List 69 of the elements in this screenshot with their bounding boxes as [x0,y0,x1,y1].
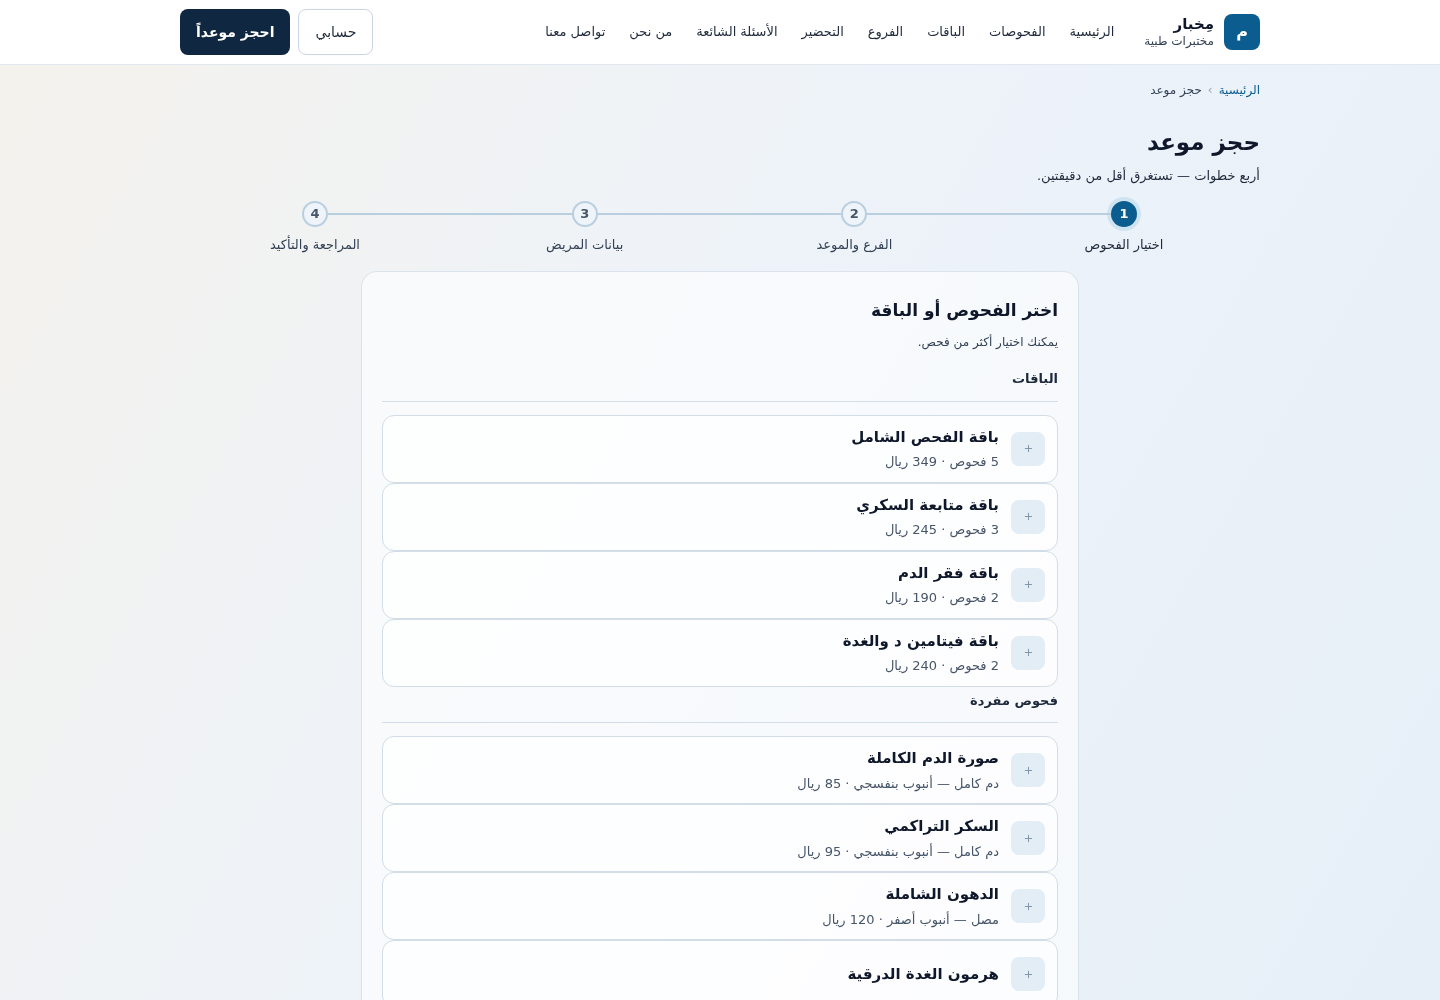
add-button[interactable] [1011,431,1045,466]
nav-link[interactable]: الرئيسية [1069,22,1115,42]
section-heading: فحوص مفردة [382,690,1058,723]
option-name: باقة فقر الدم [897,562,999,584]
add-button[interactable] [1011,821,1045,855]
add-button[interactable] [1011,499,1045,534]
step-number: 3 [571,201,598,227]
step-label: الفرع والموعد [816,236,893,255]
nav-link[interactable]: من نحن [629,22,673,42]
nav-link[interactable]: الفحوصات [989,22,1046,42]
book-appointment-button[interactable]: احجز موعداً [180,9,291,55]
option-name: باقة متابعة السكري [856,494,999,516]
brand-name: مِخبار [1172,15,1214,34]
section-heading: الباقات [382,369,1058,402]
step-number: 4 [302,201,328,227]
breadcrumb-current: حجز موعد [1150,82,1202,99]
add-button[interactable] [1011,753,1045,787]
plus-icon [1022,647,1034,658]
step-number: 2 [841,201,868,227]
test-option-card[interactable]: باقة فيتامين د والغدة 2 فحوص · 240 ريال [382,618,1058,687]
plus-icon [1022,832,1034,844]
step-number: 1 [1111,201,1137,227]
plus-icon [1022,579,1034,590]
add-button[interactable] [1011,635,1045,670]
plus-icon [1022,900,1034,912]
test-option-card[interactable]: هرمون الغدة الدرقية [382,940,1058,1000]
nav-link[interactable]: التحضير [801,22,844,42]
step-label: اختيار الفحوص [1084,236,1164,255]
breadcrumb-link[interactable]: الرئيسية [1218,81,1260,99]
plus-icon [1022,764,1034,776]
account-button[interactable]: حسابي [298,9,374,55]
nav-link[interactable]: الفروع [867,22,904,42]
panel-hint: يمكنك اختيار أكثر من فحص. [916,333,1058,351]
step-label: بيانات المريض [546,236,624,255]
option-name: السكر التراكمي [883,816,999,837]
option-details: دم كامل — أنبوب بنفسجي · 95 ريال [797,842,999,861]
add-button[interactable] [1011,889,1045,923]
brand-tagline: مختبرات طبية [1144,33,1214,49]
option-name: باقة فيتامين د والغدة [842,630,999,652]
nav-link[interactable]: الباقات [927,22,965,42]
option-details: 2 فحوص · 190 ريال [884,589,999,608]
option-name: صورة الدم الكاملة [866,748,999,769]
step-label: المراجعة والتأكيد [270,235,360,255]
plus-icon [1022,511,1034,522]
nav-link[interactable]: الأسئلة الشائعة [696,22,778,42]
page-subtitle: أربع خطوات — تستغرق أقل من دقيقتين. [1035,166,1260,185]
plus-icon [1022,968,1034,980]
option-name: باقة الفحص الشامل [851,426,999,448]
add-button[interactable] [1011,957,1045,991]
test-option-card[interactable]: باقة متابعة السكري 3 فحوص · 245 ريال [382,482,1058,551]
test-option-card[interactable]: السكر التراكمي دم كامل — أنبوب بنفسجي · 95 ريال [382,804,1058,872]
plus-icon [1022,443,1034,454]
option-name: الدهون الشاملة [884,884,999,905]
test-option-card[interactable]: باقة فقر الدم 2 فحوص · 190 ريال [382,550,1058,619]
page-title: حجز موعد [1145,128,1260,158]
option-details: 3 فحوص · 245 ريال [883,521,999,540]
option-details: 2 فحوص · 240 ريال [883,657,999,676]
test-option-card[interactable]: صورة الدم الكاملة دم كامل — أنبوب بنفسجي · 85 ريال [382,736,1058,804]
test-option-card[interactable]: الدهون الشاملة مصل — أنبوب أصفر · 120 ريال [382,872,1058,940]
option-details: مصل — أنبوب أصفر · 120 ريال [822,910,999,929]
breadcrumb-separator: › [1207,82,1213,99]
option-details: دم كامل — أنبوب بنفسجي · 85 ريال [797,774,999,793]
panel-title: اختر الفحوص أو الباقة [870,298,1058,323]
option-details: 5 فحوص · 349 ريال [883,453,999,472]
test-option-card[interactable]: باقة الفحص الشامل 5 فحوص · 349 ريال [382,414,1058,483]
nav-link[interactable]: تواصل معنا [545,22,606,42]
option-name: هرمون الغدة الدرقية [847,963,999,985]
add-button[interactable] [1011,567,1045,602]
logo-mark: م [1224,14,1260,50]
